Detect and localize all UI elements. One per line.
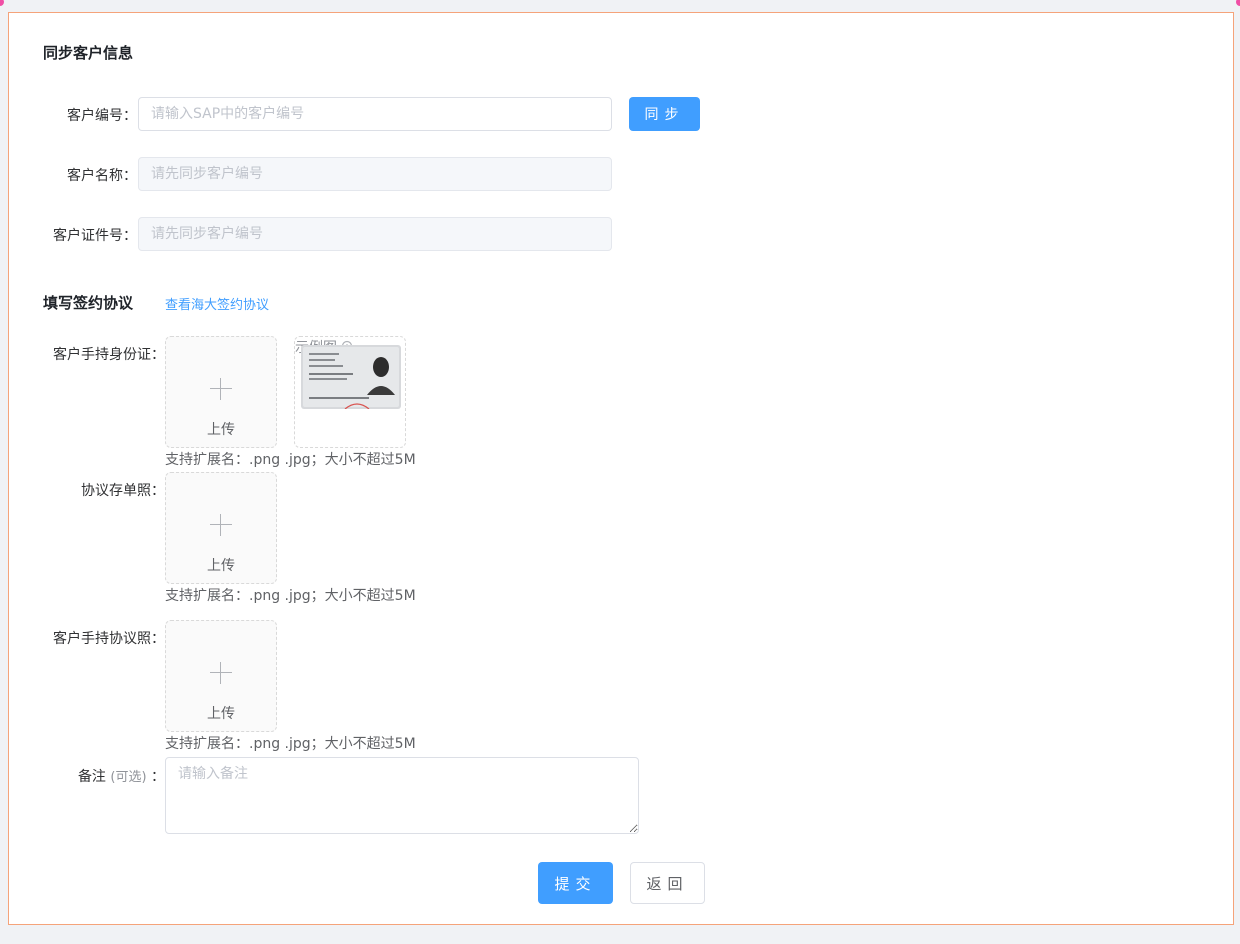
id-photo-uploader[interactable]: 上传 xyxy=(165,336,277,448)
sample-image-card[interactable]: 示例图 xyxy=(294,336,406,448)
plus-icon xyxy=(210,514,232,536)
upload-text: 上传 xyxy=(207,558,235,574)
remark-optional-text: (可选) xyxy=(110,770,147,785)
submit-button[interactable]: 提交 xyxy=(538,862,613,904)
section-title-sync: 同步客户信息 xyxy=(43,44,134,62)
holding-photo-label: 客户手持协议照： xyxy=(53,631,165,647)
customer-id-label: 客户证件号： xyxy=(53,228,137,244)
customer-name-input xyxy=(138,157,612,191)
holding-photo-uploader[interactable]: 上传 xyxy=(165,620,277,732)
upload-text: 上传 xyxy=(207,422,235,438)
remark-textarea[interactable] xyxy=(165,757,639,834)
agreement-photo-hint: 支持扩展名：.png .jpg；大小不超过5M xyxy=(165,588,416,604)
back-button[interactable]: 返回 xyxy=(630,862,705,904)
customer-no-label: 客户编号： xyxy=(67,108,137,124)
view-agreement-link[interactable]: 查看海大签约协议 xyxy=(165,294,269,313)
id-photo-label: 客户手持身份证： xyxy=(53,347,165,363)
corner-marker-left xyxy=(0,0,4,6)
corner-marker-right xyxy=(1236,0,1240,6)
customer-name-label: 客户名称： xyxy=(67,168,137,184)
holding-photo-hint: 支持扩展名：.png .jpg；大小不超过5M xyxy=(165,736,416,752)
plus-icon xyxy=(210,378,232,400)
agreement-photo-uploader[interactable]: 上传 xyxy=(165,472,277,584)
upload-text: 上传 xyxy=(207,706,235,722)
agreement-photo-label: 协议存单照： xyxy=(81,483,165,499)
customer-id-input xyxy=(138,217,612,251)
section-title-agreement: 填写签约协议 xyxy=(43,294,134,312)
remark-colon: ： xyxy=(151,769,165,785)
remark-label-text: 备注 xyxy=(77,769,106,785)
form-panel: 同步客户信息 客户编号： 同步 客户名称： 客户证件号： 填写签约协议 查看海大… xyxy=(8,12,1234,925)
id-card-sample-image xyxy=(301,345,401,409)
plus-icon xyxy=(210,662,232,684)
sync-button[interactable]: 同步 xyxy=(629,97,700,131)
id-photo-hint: 支持扩展名：.png .jpg；大小不超过5M xyxy=(165,452,416,468)
remark-label: 备注 (可选) ： xyxy=(29,766,165,786)
customer-no-input[interactable] xyxy=(138,97,612,131)
